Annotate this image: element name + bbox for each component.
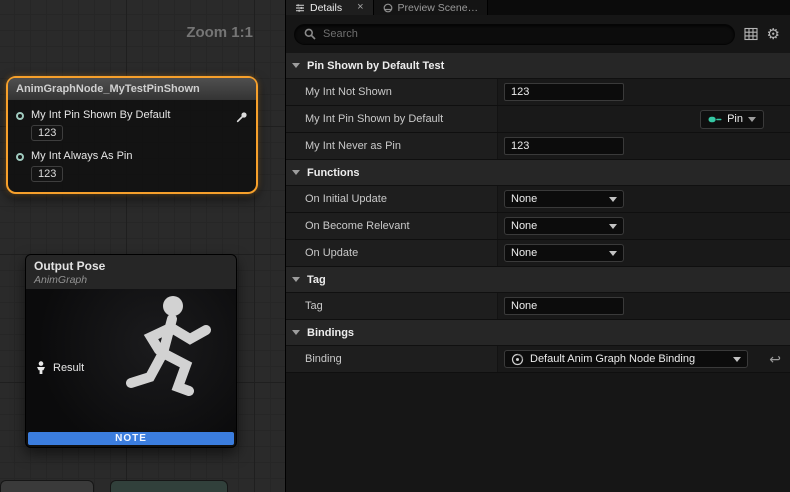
category-header-pin-shown[interactable]: Pin Shown by Default Test [286, 53, 790, 79]
int-pin-icon[interactable] [16, 153, 24, 161]
int-value-field[interactable] [504, 83, 624, 101]
property-row-on-update: On Update None [286, 240, 790, 267]
binding-icon [511, 353, 524, 366]
select-value: None [511, 220, 537, 232]
pin-state-dropdown[interactable]: Pin [700, 110, 764, 129]
search-icon [304, 28, 316, 40]
property-label: On Update [286, 240, 498, 266]
tab-label: Preview Scene… [398, 2, 479, 14]
search-input-container[interactable] [294, 24, 735, 45]
pin-label: My Int Pin Shown By Default [31, 109, 170, 121]
result-pin-label: Result [53, 362, 84, 374]
grid-view-icon[interactable] [744, 27, 758, 41]
int-pin-icon[interactable] [16, 112, 24, 120]
property-label: My Int Pin Shown by Default [286, 106, 498, 132]
property-row-on-become-relevant: On Become Relevant None [286, 213, 790, 240]
details-panel: Details × Preview Scene… ⚙ [285, 0, 790, 492]
unreal-editor-window: Zoom 1:1 AnimGraphNode_MyTestPinShown My… [0, 0, 790, 492]
node-title: Output Pose [34, 259, 228, 273]
chevron-down-icon [292, 63, 300, 68]
tag-value-field[interactable] [504, 297, 624, 315]
result-pin-row[interactable]: Result [35, 361, 84, 374]
pin-label: My Int Always As Pin [31, 150, 132, 162]
property-row-on-initial-update: On Initial Update None [286, 186, 790, 213]
category-title: Functions [307, 167, 360, 179]
details-tab-icon [295, 3, 305, 13]
select-value: None [511, 247, 537, 259]
output-pose-node[interactable]: Output Pose AnimGraph [25, 254, 237, 448]
pin-icon [708, 115, 722, 124]
revert-arrow-icon[interactable]: ↩ [769, 352, 781, 366]
select-value: None [511, 193, 537, 205]
binding-dropdown[interactable]: Default Anim Graph Node Binding [504, 350, 748, 368]
int-value-field[interactable] [504, 137, 624, 155]
search-input[interactable] [323, 28, 725, 40]
mannequin-figure [112, 289, 230, 432]
property-label: My Int Not Shown [286, 79, 498, 105]
chevron-down-icon [748, 117, 756, 122]
property-row-my-int-never-pin: My Int Never as Pin [286, 133, 790, 160]
property-label: On Initial Update [286, 186, 498, 212]
zoom-level-label: Zoom 1:1 [186, 24, 253, 41]
property-label: My Int Never as Pin [286, 133, 498, 159]
category-header-bindings[interactable]: Bindings [286, 320, 790, 346]
anim-graph-canvas[interactable]: Zoom 1:1 AnimGraphNode_MyTestPinShown My… [0, 0, 285, 492]
node-subtitle: AnimGraph [34, 274, 228, 286]
chevron-down-icon [609, 251, 617, 256]
tab-label: Details [310, 2, 342, 14]
category-title: Pin Shown by Default Test [307, 60, 444, 72]
chevron-down-icon [292, 330, 300, 335]
function-select[interactable]: None [504, 217, 624, 235]
pin-visibility-icon[interactable] [236, 111, 248, 123]
function-select[interactable]: None [504, 244, 624, 262]
tab-preview-scene[interactable]: Preview Scene… [374, 0, 489, 15]
pin-state-value: Pin [727, 113, 743, 125]
close-icon[interactable]: × [357, 2, 363, 13]
settings-gear-icon[interactable]: ⚙ [767, 27, 780, 42]
pin-value-box[interactable]: 123 [31, 125, 63, 141]
category-header-functions[interactable]: Functions [286, 160, 790, 186]
node-title-bar[interactable]: AnimGraphNode_MyTestPinShown [8, 78, 256, 100]
offscreen-node-partial[interactable] [110, 480, 228, 492]
preview-scene-tab-icon [383, 3, 393, 13]
property-row-binding: Binding Default Anim Graph Node Binding … [286, 346, 790, 373]
chevron-down-icon [292, 170, 300, 175]
chevron-down-icon [292, 277, 300, 282]
property-row-tag: Tag [286, 293, 790, 320]
binding-value: Default Anim Graph Node Binding [530, 353, 695, 365]
property-label: On Become Relevant [286, 213, 498, 239]
node-pin-row: My Int Always As Pin 123 [8, 141, 256, 182]
panel-tab-bar: Details × Preview Scene… [286, 0, 790, 15]
function-select[interactable]: None [504, 190, 624, 208]
property-label: Binding [286, 346, 498, 372]
pin-value-box[interactable]: 123 [31, 166, 63, 182]
node-title-bar[interactable]: Output Pose AnimGraph [26, 255, 236, 289]
tab-details[interactable]: Details × [286, 0, 374, 15]
chevron-down-icon [609, 224, 617, 229]
anim-graph-node-selected[interactable]: AnimGraphNode_MyTestPinShown My Int Pin … [6, 76, 258, 194]
category-header-tag[interactable]: Tag [286, 267, 790, 293]
pose-preview-area: Result [26, 289, 236, 432]
details-toolbar: ⚙ [286, 15, 790, 53]
property-list: Pin Shown by Default Test My Int Not Sho… [286, 53, 790, 492]
property-row-my-int-pin-shown: My Int Pin Shown by Default Pin [286, 106, 790, 133]
property-row-my-int-not-shown: My Int Not Shown [286, 79, 790, 106]
category-title: Tag [307, 274, 326, 286]
property-label: Tag [286, 293, 498, 319]
chevron-down-icon [733, 357, 741, 362]
node-pin-row: My Int Pin Shown By Default 123 [8, 100, 256, 141]
chevron-down-icon [609, 197, 617, 202]
pose-pin-icon [35, 361, 47, 374]
category-title: Bindings [307, 327, 354, 339]
node-note-bar: NOTE [28, 432, 234, 445]
offscreen-node-partial[interactable] [0, 480, 94, 492]
